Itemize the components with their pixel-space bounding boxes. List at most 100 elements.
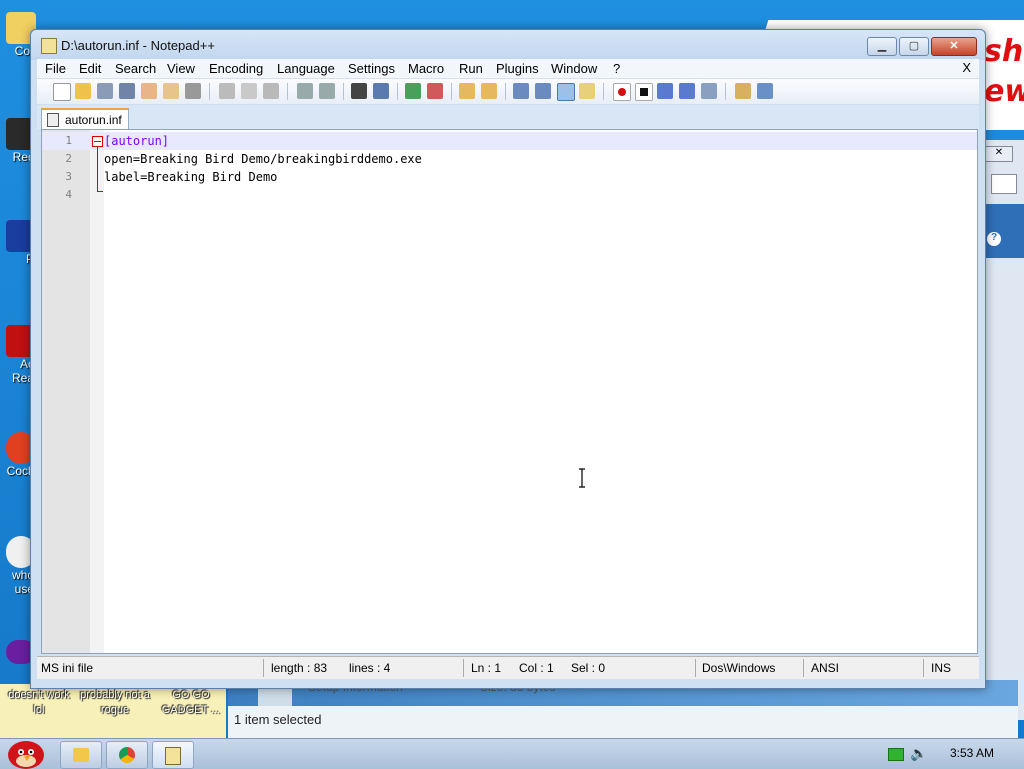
play-macro-icon[interactable] <box>657 83 673 99</box>
menu-edit[interactable]: Edit <box>79 61 101 76</box>
menu-window[interactable]: Window <box>551 61 597 76</box>
editor-line[interactable]: 4 <box>42 186 977 204</box>
fold-margin <box>90 130 104 653</box>
status-separator <box>263 659 264 677</box>
close-document-button[interactable]: X <box>962 60 971 75</box>
chrome-icon <box>119 747 135 763</box>
line-number: 1 <box>65 134 72 147</box>
title-bar[interactable]: D:\autorun.inf - Notepad++ ▁ ▢ ✕ <box>31 30 985 60</box>
undo-icon[interactable] <box>297 83 313 99</box>
volume-icon[interactable]: 🔈 <box>910 745 927 762</box>
search-icon[interactable] <box>991 174 1017 194</box>
desktop-icon-label: Ac Rea <box>11 357 34 385</box>
toolbar <box>37 78 979 104</box>
wallpaper-text-1: shi <box>984 34 1024 69</box>
run-macro-multiple-icon[interactable] <box>679 83 695 99</box>
status-line-number: Ln : 1 <box>471 661 502 675</box>
spell-check-icon[interactable] <box>757 83 773 99</box>
menu-language[interactable]: Language <box>277 61 335 76</box>
editor-area[interactable]: 1 [autorun] 2 open=Breaking Bird Demo/br… <box>41 129 978 654</box>
close-file-icon[interactable] <box>141 83 157 99</box>
toolbar-separator <box>343 83 344 100</box>
line-number: 3 <box>65 170 72 183</box>
editor-line[interactable]: 1 [autorun] <box>42 132 977 150</box>
word-wrap-icon[interactable] <box>513 83 529 99</box>
taskbar-notepadpp-button[interactable] <box>152 741 194 769</box>
status-separator <box>803 659 804 677</box>
clock[interactable]: 3:53 AM <box>950 746 994 760</box>
close-icon[interactable]: ✕ <box>985 146 1013 162</box>
open-file-icon[interactable] <box>75 83 91 99</box>
tab-bar: autorun.inf <box>37 105 979 130</box>
menu-settings[interactable]: Settings <box>348 61 395 76</box>
menu-help[interactable]: ? <box>613 61 620 76</box>
desktop-icon-cock[interactable]: Cock <box>0 432 36 478</box>
line-text: label=Breaking Bird Demo <box>104 170 278 184</box>
menu-macro[interactable]: Macro <box>408 61 444 76</box>
desktop-icon-recycle-bin[interactable]: Rec <box>0 118 36 164</box>
editor-line[interactable]: 2 open=Breaking Bird Demo/breakingbirdde… <box>42 150 977 168</box>
new-file-icon[interactable] <box>53 83 71 101</box>
desktop-icon-label: P <box>0 252 34 266</box>
minimize-button[interactable]: ▁ <box>867 37 897 56</box>
status-length: length : 83 <box>271 661 328 675</box>
comic-caption-1: doesn't work lol <box>8 689 70 716</box>
menu-search[interactable]: Search <box>115 61 156 76</box>
menu-run[interactable]: Run <box>459 61 483 76</box>
replace-icon[interactable] <box>373 83 389 99</box>
battery-icon[interactable] <box>888 748 904 761</box>
selection-status: 1 item selected <box>234 712 322 727</box>
ibeam-cursor-icon <box>579 468 585 488</box>
comic-caption-2: probably not a rogue <box>80 689 150 716</box>
status-bar: MS ini file length : 83 lines : 4 Ln : 1… <box>37 656 979 679</box>
doc-map-icon[interactable] <box>579 83 595 99</box>
print-icon[interactable] <box>185 83 201 99</box>
toolbar-separator <box>603 83 604 100</box>
desktop-icon-label: Rec <box>12 150 34 164</box>
line-number-gutter <box>42 130 90 653</box>
editor-line[interactable]: 3 label=Breaking Bird Demo <box>42 168 977 186</box>
copy-icon[interactable] <box>241 83 257 99</box>
close-all-icon[interactable] <box>163 83 179 99</box>
record-macro-icon[interactable] <box>613 83 631 101</box>
menu-file[interactable]: File <box>45 61 66 76</box>
launch-browser-icon[interactable] <box>735 83 751 99</box>
start-button-angry-bird-icon[interactable] <box>4 733 48 769</box>
desktop-icon-p[interactable]: P <box>0 220 36 266</box>
desktop-icon-who[interactable]: who use <box>0 536 36 596</box>
desktop-icon-computer[interactable]: Cor <box>0 12 36 58</box>
toolbar-separator <box>505 83 506 100</box>
notepadpp-window: D:\autorun.inf - Notepad++ ▁ ▢ ✕ File Ed… <box>30 29 986 689</box>
zoom-in-icon[interactable] <box>405 83 421 99</box>
toolbar-separator <box>397 83 398 100</box>
menu-view[interactable]: View <box>167 61 195 76</box>
cut-icon[interactable] <box>219 83 235 99</box>
tab-autorun-inf[interactable]: autorun.inf <box>41 108 129 130</box>
sync-horizontal-icon[interactable] <box>481 83 497 99</box>
save-all-icon[interactable] <box>119 83 135 99</box>
indent-guide-icon[interactable] <box>557 83 575 101</box>
desktop-icon-yahoo[interactable] <box>0 640 36 664</box>
folder-icon <box>73 748 89 762</box>
status-encoding: ANSI <box>811 661 840 675</box>
find-icon[interactable] <box>351 83 367 99</box>
save-macro-icon[interactable] <box>701 83 717 99</box>
sync-vertical-icon[interactable] <box>459 83 475 99</box>
redo-icon[interactable] <box>319 83 335 99</box>
maximize-button[interactable]: ▢ <box>899 37 929 56</box>
taskbar-chrome-button[interactable] <box>106 741 148 769</box>
file-icon <box>47 113 59 127</box>
comic-caption-3: GO GO GADGET ... <box>161 689 221 716</box>
status-eol: Dos\Windows <box>702 661 776 675</box>
stop-macro-icon[interactable] <box>635 83 653 101</box>
zoom-out-icon[interactable] <box>427 83 443 99</box>
desktop-icon-acrobat[interactable]: Ac Rea <box>0 325 36 385</box>
taskbar-explorer-button[interactable] <box>60 741 102 769</box>
close-button[interactable]: ✕ <box>931 37 977 56</box>
show-all-chars-icon[interactable] <box>535 83 551 99</box>
menu-encoding[interactable]: Encoding <box>209 61 263 76</box>
save-icon[interactable] <box>97 83 113 99</box>
help-icon[interactable]: ? <box>987 232 1001 246</box>
menu-plugins[interactable]: Plugins <box>496 61 539 76</box>
paste-icon[interactable] <box>263 83 279 99</box>
